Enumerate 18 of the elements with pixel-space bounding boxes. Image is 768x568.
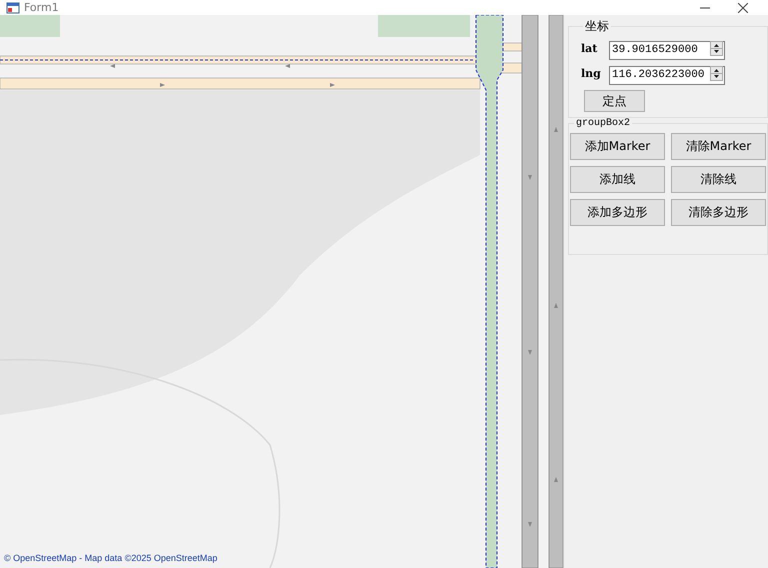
group-title: 坐标 [584, 18, 610, 35]
group-title: groupBox2 [575, 118, 632, 129]
action-button[interactable]: 清除线 [671, 166, 766, 193]
action-button[interactable]: 添加线 [570, 166, 665, 193]
numeric-input-field[interactable]: 116.2036223000 [609, 66, 725, 84]
field-label: lat [581, 42, 598, 55]
action-button[interactable]: 添加Marker [570, 133, 665, 160]
window-title: Form1 [24, 1, 59, 14]
locate-button[interactable]: 定点 [584, 90, 645, 112]
action-button[interactable]: 清除Marker [671, 133, 766, 160]
spin-arrows-icon[interactable] [710, 66, 723, 81]
action-button[interactable]: 清除多边形 [671, 199, 766, 226]
field-label: lng [581, 67, 602, 80]
map-attribution-link[interactable]: © OpenStreetMap - Map data ©2025 OpenStreetMap [4, 553, 218, 563]
numeric-input-field[interactable]: 39.9016529000 [609, 40, 725, 60]
close-icon[interactable] [738, 2, 748, 12]
action-button[interactable]: 添加多边形 [570, 199, 665, 226]
spin-arrows-icon[interactable] [710, 41, 723, 56]
